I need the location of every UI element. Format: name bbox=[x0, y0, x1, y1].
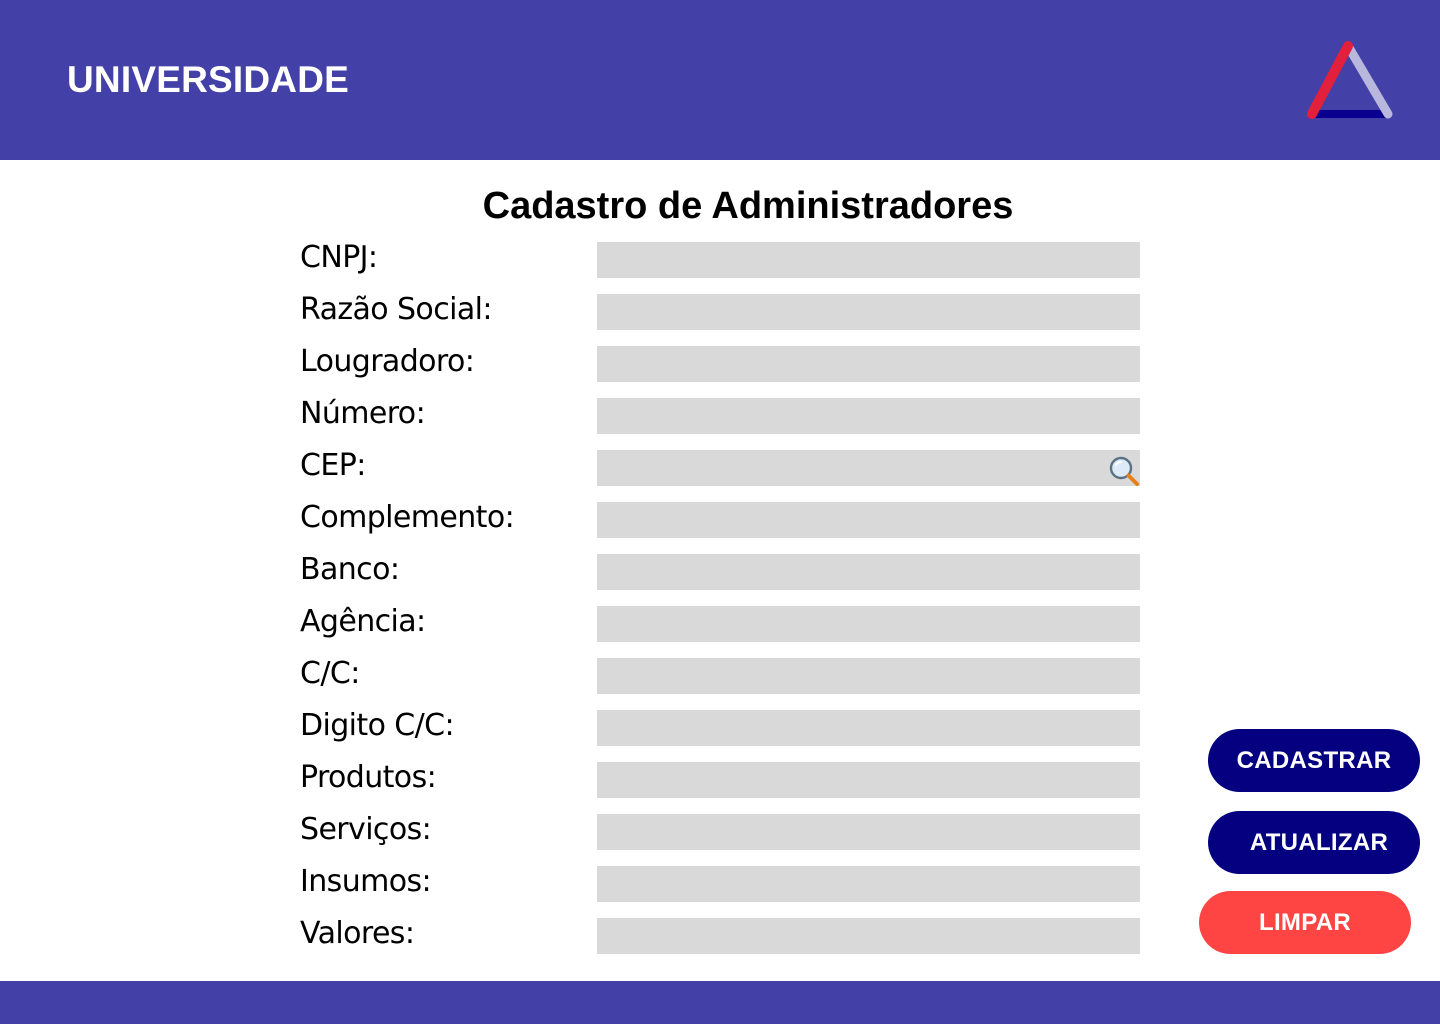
cnpj-label: CNPJ: bbox=[300, 240, 378, 275]
form-row-cnpj: CNPJ: bbox=[0, 240, 1140, 278]
form-row-cc: C/C: bbox=[0, 656, 1140, 694]
lougradoro-input[interactable] bbox=[597, 346, 1140, 382]
page-title: Cadastro de Administradores bbox=[482, 185, 1014, 227]
razao-social-input[interactable] bbox=[597, 294, 1140, 330]
form-row-valores: Valores: bbox=[0, 916, 1140, 954]
cnpj-input[interactable] bbox=[597, 242, 1140, 278]
digito-cc-label: Digito C/C: bbox=[300, 708, 455, 743]
form-row-servicos: Serviços: bbox=[0, 812, 1140, 850]
limpar-button[interactable]: LIMPAR bbox=[1199, 891, 1411, 954]
form-row-numero: Número: bbox=[0, 396, 1140, 434]
form-row-digito-cc: Digito C/C: bbox=[0, 708, 1140, 746]
agencia-label: Agência: bbox=[300, 604, 426, 639]
complemento-input[interactable] bbox=[597, 502, 1140, 538]
form-row-agencia: Agência: bbox=[0, 604, 1140, 642]
valores-input[interactable] bbox=[597, 918, 1140, 954]
triangle-logo-icon bbox=[1307, 41, 1393, 119]
numero-label: Número: bbox=[300, 396, 426, 431]
form-row-complemento: Complemento: bbox=[0, 500, 1140, 538]
cep-input[interactable] bbox=[597, 450, 1140, 486]
servicos-input[interactable] bbox=[597, 814, 1140, 850]
top-header: UNIVERSIDADE bbox=[0, 0, 1440, 160]
banco-input[interactable] bbox=[597, 554, 1140, 590]
form-row-razao-social: Razão Social: bbox=[0, 292, 1140, 330]
agencia-input[interactable] bbox=[597, 606, 1140, 642]
form-row-cep: CEP: bbox=[0, 448, 1140, 487]
form-row-insumos: Insumos: bbox=[0, 864, 1140, 902]
valores-label: Valores: bbox=[300, 916, 415, 951]
bottom-footer bbox=[0, 981, 1440, 1024]
cadastrar-button[interactable]: CADASTRAR bbox=[1208, 729, 1420, 792]
brand-title: UNIVERSIDADE bbox=[67, 59, 349, 100]
form-row-lougradoro: Lougradoro: bbox=[0, 344, 1140, 382]
cep-label: CEP: bbox=[300, 448, 366, 483]
lougradoro-label: Lougradoro: bbox=[300, 344, 475, 379]
atualizar-button[interactable]: ATUALIZAR bbox=[1208, 811, 1420, 874]
form-row-banco: Banco: bbox=[0, 552, 1140, 590]
numero-input[interactable] bbox=[597, 398, 1140, 434]
produtos-input[interactable] bbox=[597, 762, 1140, 798]
banco-label: Banco: bbox=[300, 552, 400, 587]
razao-social-label: Razão Social: bbox=[300, 292, 492, 327]
digito-cc-input[interactable] bbox=[597, 710, 1140, 746]
insumos-label: Insumos: bbox=[300, 864, 432, 899]
insumos-input[interactable] bbox=[597, 866, 1140, 902]
cc-label: C/C: bbox=[300, 656, 360, 691]
app-root: UNIVERSIDADE Cadastro de Administradores… bbox=[0, 0, 1440, 1024]
complemento-label: Complemento: bbox=[300, 500, 515, 535]
produtos-label: Produtos: bbox=[300, 760, 437, 795]
form-row-produtos: Produtos: bbox=[0, 760, 1140, 798]
cc-input[interactable] bbox=[597, 658, 1140, 694]
servicos-label: Serviços: bbox=[300, 812, 432, 847]
search-icon[interactable] bbox=[1108, 455, 1140, 487]
